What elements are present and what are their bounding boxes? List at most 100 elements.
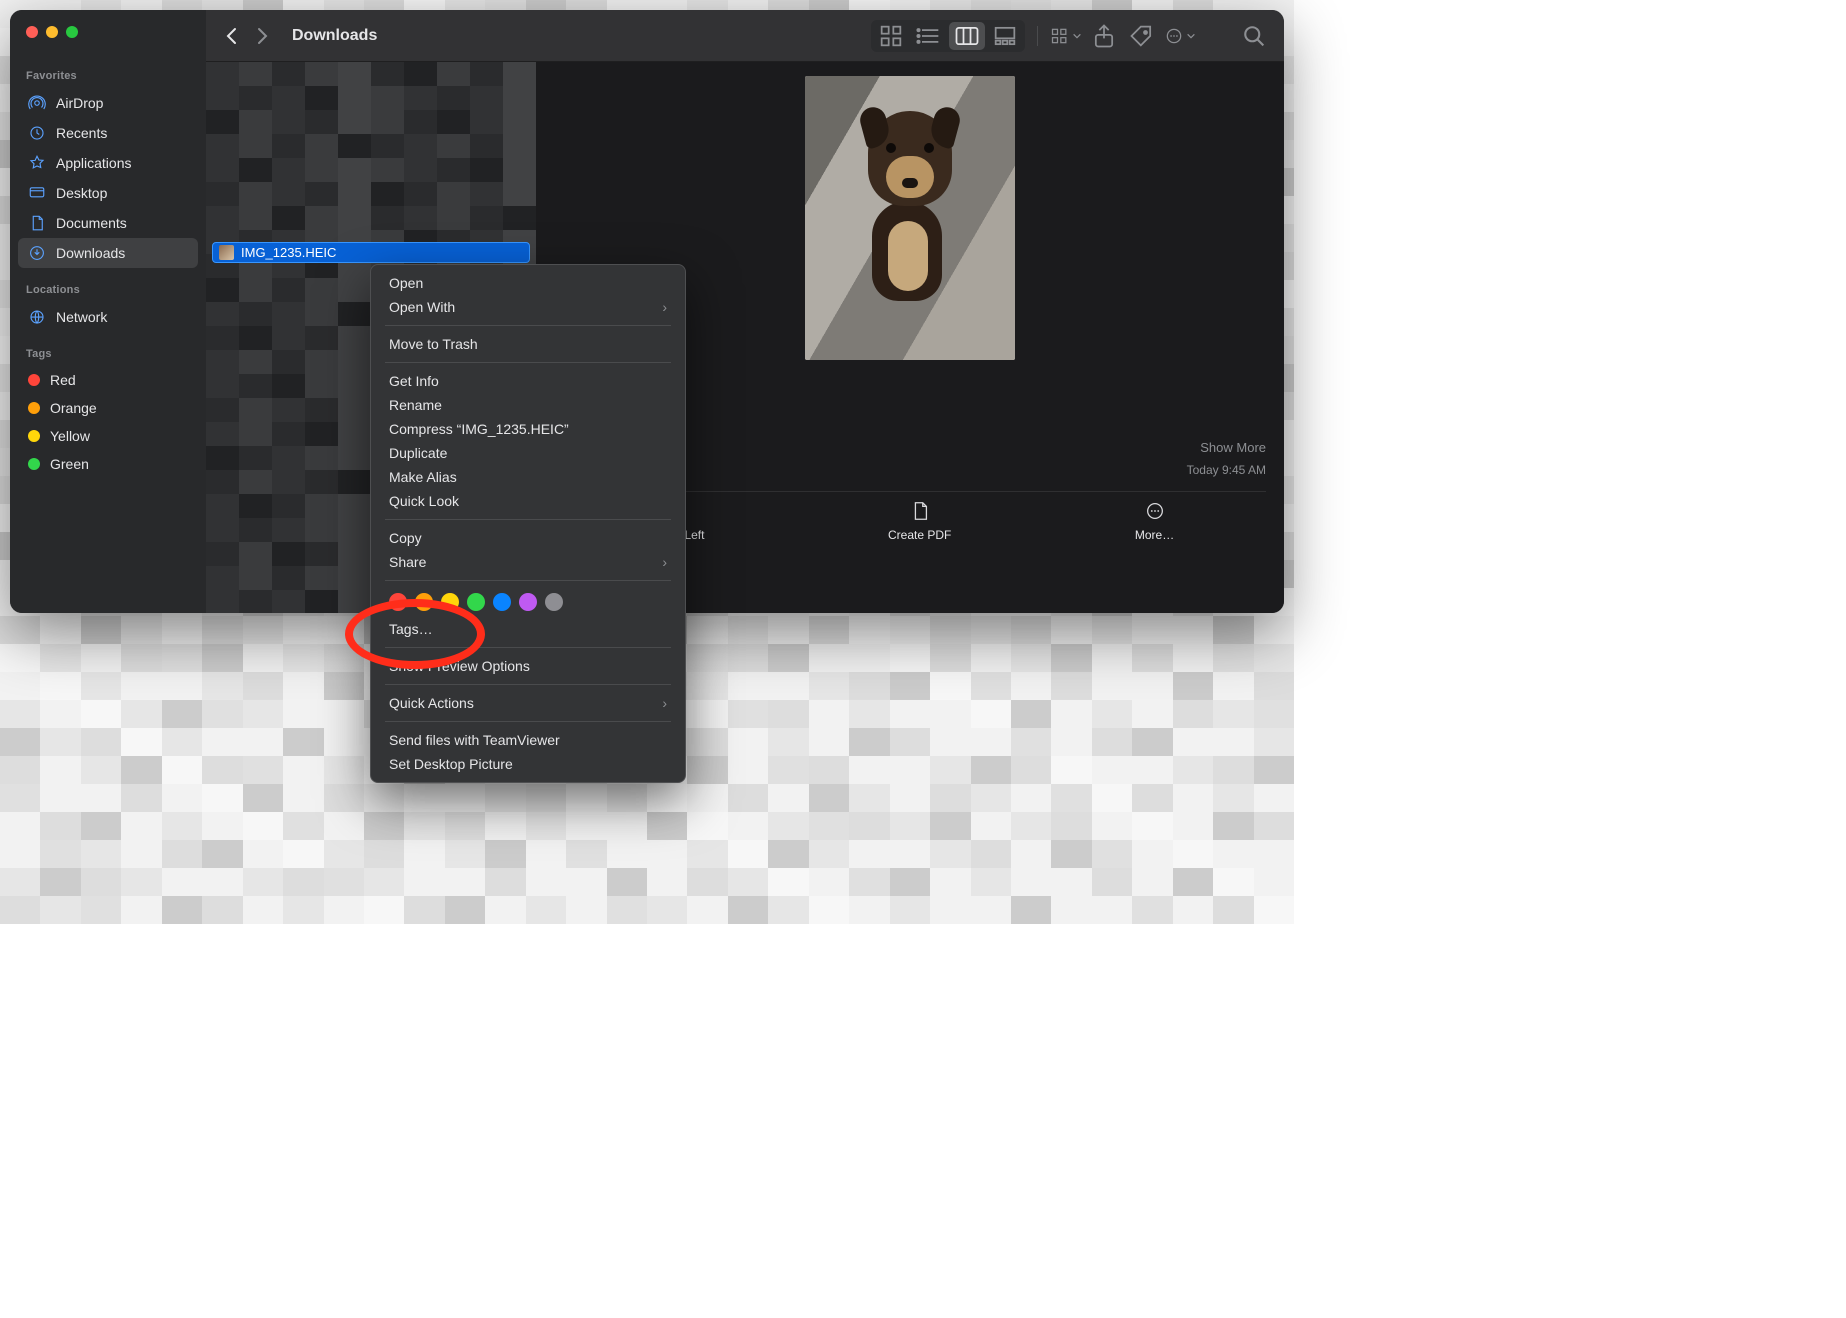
context-menu-item-move-to-trash[interactable]: Move to Trash [371, 332, 685, 356]
download-icon [28, 244, 46, 262]
context-menu-item-duplicate[interactable]: Duplicate [371, 441, 685, 465]
sidebar-item-label: Applications [56, 155, 132, 171]
tag-color-dot[interactable] [519, 593, 537, 611]
file-thumbnail [219, 245, 234, 260]
context-menu-item-get-info[interactable]: Get Info [371, 369, 685, 393]
search-button[interactable] [1238, 22, 1270, 50]
file-row-selected[interactable]: IMG_1235.HEIC [212, 242, 530, 263]
airdrop-icon [28, 94, 46, 112]
context-menu-item-share[interactable]: Share› [371, 550, 685, 574]
view-icon-list[interactable] [911, 22, 947, 50]
share-button[interactable] [1088, 22, 1120, 50]
forward-button[interactable] [250, 24, 274, 48]
tag-color-dot[interactable] [467, 593, 485, 611]
group-by-button[interactable] [1050, 22, 1082, 50]
globe-icon [28, 308, 46, 326]
context-menu-separator [385, 647, 671, 648]
tag-color-dot[interactable] [493, 593, 511, 611]
window-title: Downloads [292, 27, 377, 45]
chevron-right-icon: › [662, 299, 667, 315]
back-button[interactable] [220, 24, 244, 48]
chevron-right-icon: › [662, 695, 667, 711]
minimize-window-button[interactable] [46, 26, 58, 38]
context-menu-separator [385, 721, 671, 722]
tag-color-dot[interactable] [415, 593, 433, 611]
context-menu-item-label: Share [389, 554, 426, 570]
context-menu-item-tags-[interactable]: Tags… [371, 617, 685, 641]
context-menu-separator [385, 684, 671, 685]
context-menu-item-open[interactable]: Open [371, 271, 685, 295]
context-menu-item-quick-actions[interactable]: Quick Actions› [371, 691, 685, 715]
view-icon-grid[interactable] [873, 22, 909, 50]
sidebar-item-label: Desktop [56, 185, 107, 201]
sidebar-section-header: Favorites [18, 54, 198, 88]
context-menu-item-show-preview-options[interactable]: Show Preview Options [371, 654, 685, 678]
sidebar-item-desktop[interactable]: Desktop [18, 178, 198, 208]
view-icon-columns[interactable] [949, 22, 985, 50]
context-menu-item-compress-img_1235-heic-[interactable]: Compress “IMG_1235.HEIC” [371, 417, 685, 441]
close-window-button[interactable] [26, 26, 38, 38]
toolbar-separator [1037, 26, 1038, 46]
context-menu-item-label: Move to Trash [389, 336, 478, 352]
view-icon-gallery[interactable] [987, 22, 1023, 50]
tag-color-dot[interactable] [545, 593, 563, 611]
quick-action-label: More… [1135, 528, 1174, 542]
context-menu-item-label: Open [389, 275, 423, 291]
context-menu-item-label: Duplicate [389, 445, 447, 461]
quick-action-label: Create PDF [888, 528, 951, 542]
sidebar-item-documents[interactable]: Documents [18, 208, 198, 238]
tag-color-dot[interactable] [441, 593, 459, 611]
context-menu-item-label: Open With [389, 299, 455, 315]
view-switcher [871, 20, 1025, 52]
sidebar-item-green[interactable]: Green [18, 450, 198, 478]
quick-action-pdf[interactable]: Create PDF [888, 500, 951, 542]
context-menu-item-set-desktop-picture[interactable]: Set Desktop Picture [371, 752, 685, 776]
tags-button[interactable] [1126, 22, 1158, 50]
tag-dot-icon [28, 458, 40, 470]
sidebar-item-downloads[interactable]: Downloads [18, 238, 198, 268]
sidebar-item-label: Yellow [50, 428, 90, 444]
sidebar-item-label: Orange [50, 400, 97, 416]
sidebar-item-recents[interactable]: Recents [18, 118, 198, 148]
context-menu-item-copy[interactable]: Copy [371, 526, 685, 550]
main-pane: Downloads [206, 10, 1284, 613]
sidebar-item-yellow[interactable]: Yellow [18, 422, 198, 450]
context-menu-item-send-files-with-teamviewer[interactable]: Send files with TeamViewer [371, 728, 685, 752]
apps-icon [28, 154, 46, 172]
context-menu-item-label: Set Desktop Picture [389, 756, 513, 772]
context-menu-item-label: Get Info [389, 373, 439, 389]
context-menu-item-rename[interactable]: Rename [371, 393, 685, 417]
context-menu-item-open-with[interactable]: Open With › [371, 295, 685, 319]
sidebar-item-network[interactable]: Network [18, 302, 198, 332]
context-menu-item-quick-look[interactable]: Quick Look [371, 489, 685, 513]
sidebar-section-header: Tags [18, 332, 198, 366]
context-menu-item-label: Make Alias [389, 469, 457, 485]
context-menu-item-label: Tags… [389, 621, 433, 637]
sidebar-item-label: Green [50, 456, 89, 472]
quick-action-more[interactable]: More… [1135, 500, 1174, 542]
fullscreen-window-button[interactable] [66, 26, 78, 38]
sidebar-item-red[interactable]: Red [18, 366, 198, 394]
more-icon [1144, 500, 1166, 522]
file-name: IMG_1235.HEIC [241, 245, 336, 260]
toolbar: Downloads [206, 10, 1284, 62]
context-menu-item-label: Copy [389, 530, 422, 546]
context-menu-item-label: Compress “IMG_1235.HEIC” [389, 421, 569, 437]
content-area: IMG_1235.HEIC IC [206, 62, 1284, 613]
context-menu-separator [385, 519, 671, 520]
sidebar-item-label: Recents [56, 125, 107, 141]
context-menu-item-make-alias[interactable]: Make Alias [371, 465, 685, 489]
sidebar: Favorites AirDrop Recents Applications Deskt… [10, 10, 206, 613]
pdf-icon [909, 500, 931, 522]
sidebar-item-label: AirDrop [56, 95, 103, 111]
context-menu: Open Open With › Move to Trash Get Info Renam… [370, 264, 686, 783]
action-menu-button[interactable] [1164, 22, 1196, 50]
tag-dot-icon [28, 430, 40, 442]
sidebar-item-airdrop[interactable]: AirDrop [18, 88, 198, 118]
context-menu-separator [385, 362, 671, 363]
sidebar-item-applications[interactable]: Applications [18, 148, 198, 178]
tag-color-dot[interactable] [389, 593, 407, 611]
context-menu-item-label: Quick Look [389, 493, 459, 509]
preview-image[interactable] [805, 76, 1015, 360]
sidebar-item-orange[interactable]: Orange [18, 394, 198, 422]
